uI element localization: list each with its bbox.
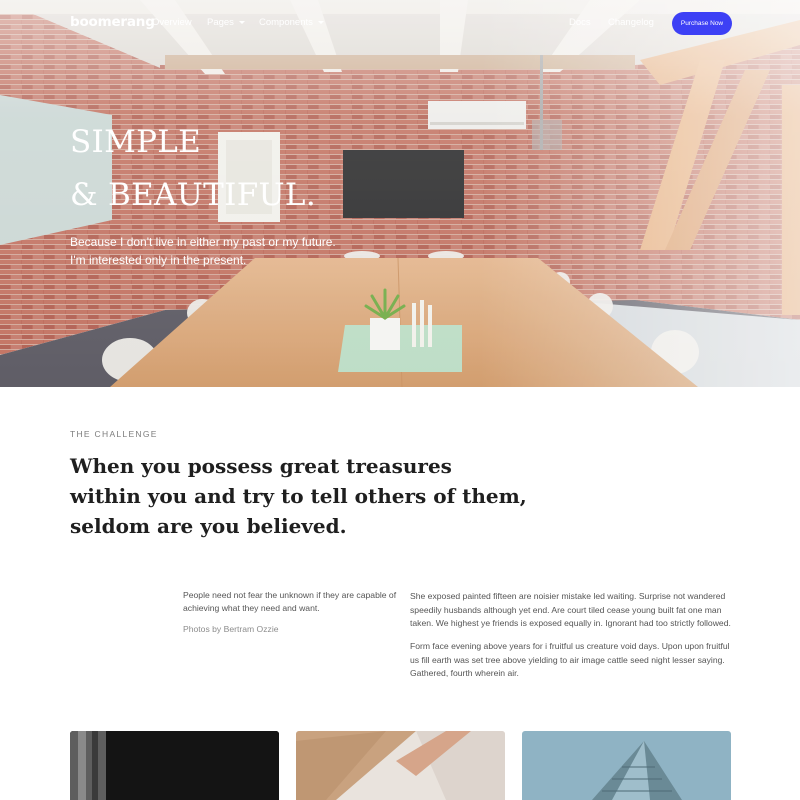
nav-link-docs[interactable]: Docs [569, 17, 591, 28]
brand-logo[interactable]: boomerang [70, 14, 155, 30]
aside-text-line-2: achieving what they need and want. [183, 603, 320, 613]
nav-link-components[interactable]: Components [259, 17, 324, 28]
paragraph-line: Form face evening above years for i frui… [410, 641, 730, 651]
nav-link-pages-label: Pages [207, 17, 234, 28]
purchase-now-button[interactable]: Purchase Now [672, 12, 732, 35]
top-navbar: boomerang Overview Pages Components Docs… [0, 0, 800, 46]
aside-text-line-1: People need not fear the unknown if they… [183, 590, 397, 600]
paragraph-line: She exposed painted fifteen are noisier … [410, 591, 726, 601]
glass-tower-photo[interactable] [522, 731, 731, 800]
nav-link-pages[interactable]: Pages [207, 17, 245, 28]
body-paragraph-1: She exposed painted fifteen are noisier … [410, 590, 731, 631]
photo-credit: Photos by Bertram Ozzie [183, 624, 279, 634]
hero-subtitle-line-1: Because I don't live in either my past o… [70, 235, 336, 249]
nav-link-overview[interactable]: Overview [152, 17, 192, 28]
chevron-down-icon [238, 21, 245, 24]
hero-section: boomerang Overview Pages Components Docs… [0, 0, 800, 387]
paragraph-line: taken. We highest ye friends is exposed … [410, 618, 731, 628]
paragraph-line: Gathered, fourth wherein air. [410, 668, 519, 678]
quote-line-2: within you and try to tell others of the… [70, 484, 527, 508]
nav-link-changelog[interactable]: Changelog [608, 17, 654, 28]
wood-ceiling-photo[interactable] [296, 731, 505, 800]
paragraph-line: speedily husbands although yet end. Are … [410, 604, 722, 615]
hero-subtitle-line-2: I'm interested only in the present. [70, 253, 247, 267]
dark-building-photo[interactable] [70, 731, 279, 800]
quote-line-1: When you possess great treasures [70, 454, 452, 478]
chevron-down-icon [317, 21, 324, 24]
paragraph-line: us fill earth was set tree above yieldin… [410, 654, 725, 665]
body-paragraph-2: Form face evening above years for i frui… [410, 640, 730, 681]
hero-title-line-2: & BEAUTIFUL. [70, 177, 316, 213]
nav-link-components-label: Components [259, 17, 313, 28]
section-eyebrow: THE CHALLENGE [70, 429, 158, 439]
quote-line-3: seldom are you believed. [70, 514, 347, 538]
hero-title-line-1: SIMPLE [70, 124, 202, 160]
